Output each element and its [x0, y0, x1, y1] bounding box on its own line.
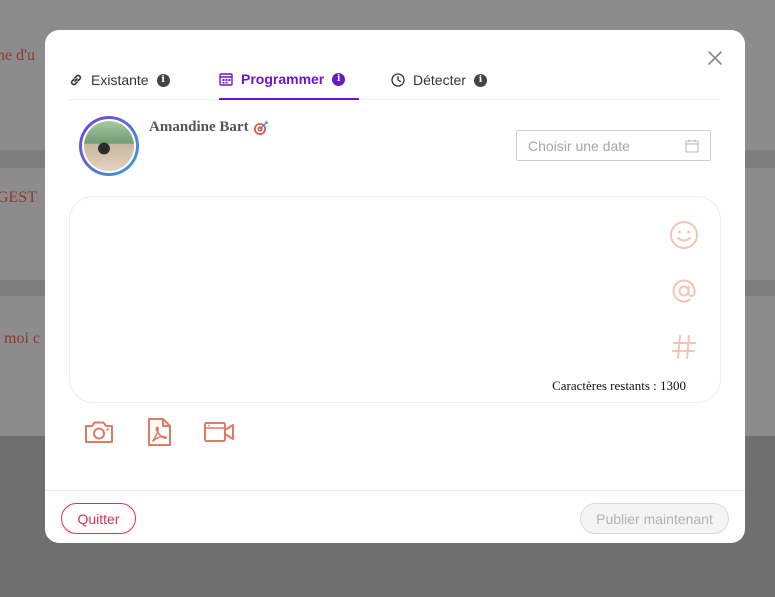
post-textarea[interactable] [86, 213, 646, 373]
link-icon [70, 74, 82, 86]
camera-icon[interactable] [83, 416, 115, 448]
modal-footer: Quitter Publier maintenant [45, 490, 745, 543]
quit-button[interactable]: Quitter [61, 503, 136, 534]
avatar-photo [84, 121, 134, 171]
calendar-icon[interactable] [685, 139, 699, 153]
at-icon[interactable] [668, 275, 700, 307]
avatar [79, 116, 139, 176]
tab-bar: Existante i Programmer i Détecter i [69, 60, 720, 100]
hashtag-icon[interactable] [668, 331, 700, 363]
video-icon[interactable] [203, 416, 235, 448]
info-icon[interactable]: i [332, 72, 346, 86]
info-icon[interactable]: i [156, 73, 170, 87]
remaining-characters: Caractères restants : 1300 [552, 378, 686, 393]
date-picker-input[interactable] [516, 130, 711, 161]
user-name: Amandine Bart [149, 119, 269, 136]
background-text: ne d'u [0, 47, 35, 64]
post-editor: Caractères restants : 1300 [69, 196, 721, 403]
target-icon [253, 120, 268, 135]
tab-label: Existante [91, 72, 149, 88]
clock-icon [391, 73, 405, 87]
tab-programmer[interactable]: Programmer i [219, 60, 359, 100]
tab-existante[interactable]: Existante i [69, 60, 170, 100]
tab-detecter[interactable]: Détecter i [391, 60, 487, 100]
background-text: moi c [4, 330, 40, 347]
tab-label: Programmer [241, 71, 325, 87]
publish-now-button[interactable]: Publier maintenant [580, 503, 729, 534]
calendar-icon [219, 73, 233, 86]
info-icon[interactable]: i [473, 73, 487, 87]
tab-label: Détecter [413, 72, 466, 88]
background-text: GEST [0, 189, 37, 206]
user-name-text: Amandine Bart [149, 119, 249, 135]
smiley-icon[interactable] [668, 219, 700, 251]
pdf-icon[interactable] [143, 416, 175, 448]
post-modal: Existante i Programmer i Détecter i Aman… [45, 30, 745, 543]
